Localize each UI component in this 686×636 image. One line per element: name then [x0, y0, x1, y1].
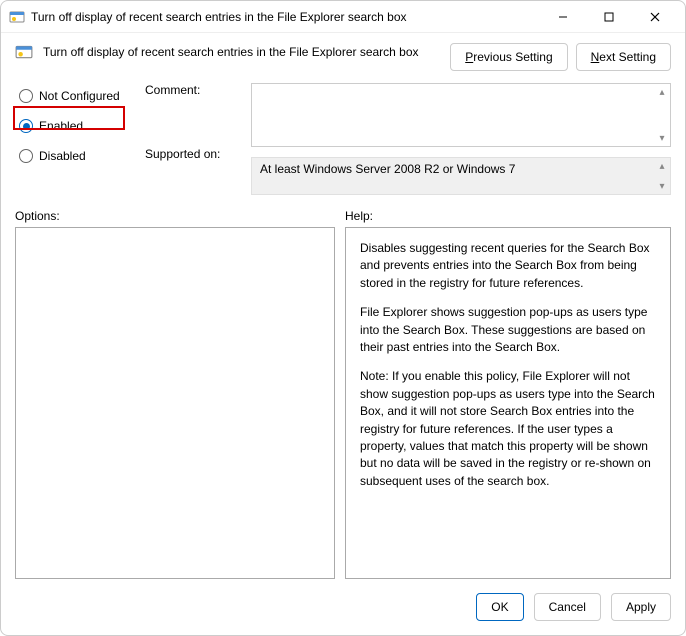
help-pane[interactable]: Disables suggesting recent queries for t…	[345, 227, 671, 579]
apply-button[interactable]: Apply	[611, 593, 671, 621]
radio-icon	[19, 149, 33, 163]
options-label: Options:	[15, 209, 345, 223]
supported-on-field: At least Windows Server 2008 R2 or Windo…	[251, 157, 671, 195]
radio-icon	[19, 89, 33, 103]
options-pane	[15, 227, 335, 579]
minimize-button[interactable]	[541, 3, 585, 31]
section-labels: Options: Help:	[1, 205, 685, 227]
header: Turn off display of recent search entrie…	[1, 33, 685, 77]
supported-label: Supported on:	[145, 147, 241, 161]
radio-not-configured[interactable]: Not Configured	[15, 87, 135, 105]
radio-disabled[interactable]: Disabled	[15, 147, 135, 165]
window-title: Turn off display of recent search entrie…	[31, 10, 541, 24]
policy-icon	[15, 43, 33, 61]
scroll-up-icon: ▴	[656, 160, 668, 172]
ok-button[interactable]: OK	[476, 593, 523, 621]
dialog-buttons: OK Cancel Apply	[1, 579, 685, 635]
policy-icon	[9, 9, 25, 25]
supported-on-value: At least Windows Server 2008 R2 or Windo…	[260, 162, 515, 176]
scroll-down-icon[interactable]: ▾	[656, 132, 668, 144]
help-paragraph: Note: If you enable this policy, File Ex…	[360, 368, 656, 490]
state-radio-group: Not Configured Enabled Disabled	[15, 87, 135, 165]
comment-textarea[interactable]: ▴ ▾	[251, 83, 671, 147]
radio-icon	[19, 119, 33, 133]
previous-setting-button[interactable]: Previous Setting	[450, 43, 567, 71]
help-paragraph: File Explorer shows suggestion pop-ups a…	[360, 304, 656, 356]
comment-label: Comment:	[145, 83, 241, 97]
scroll-up-icon[interactable]: ▴	[656, 86, 668, 98]
close-button[interactable]	[633, 3, 677, 31]
policy-title: Turn off display of recent search entrie…	[43, 43, 440, 59]
radio-enabled[interactable]: Enabled	[15, 117, 135, 135]
help-paragraph: Disables suggesting recent queries for t…	[360, 240, 656, 292]
next-setting-button[interactable]: Next Setting	[576, 43, 671, 71]
scroll-down-icon: ▾	[656, 180, 668, 192]
maximize-button[interactable]	[587, 3, 631, 31]
policy-editor-window: Turn off display of recent search entrie…	[0, 0, 686, 636]
help-label: Help:	[345, 209, 373, 223]
titlebar: Turn off display of recent search entrie…	[1, 1, 685, 33]
cancel-button[interactable]: Cancel	[534, 593, 601, 621]
